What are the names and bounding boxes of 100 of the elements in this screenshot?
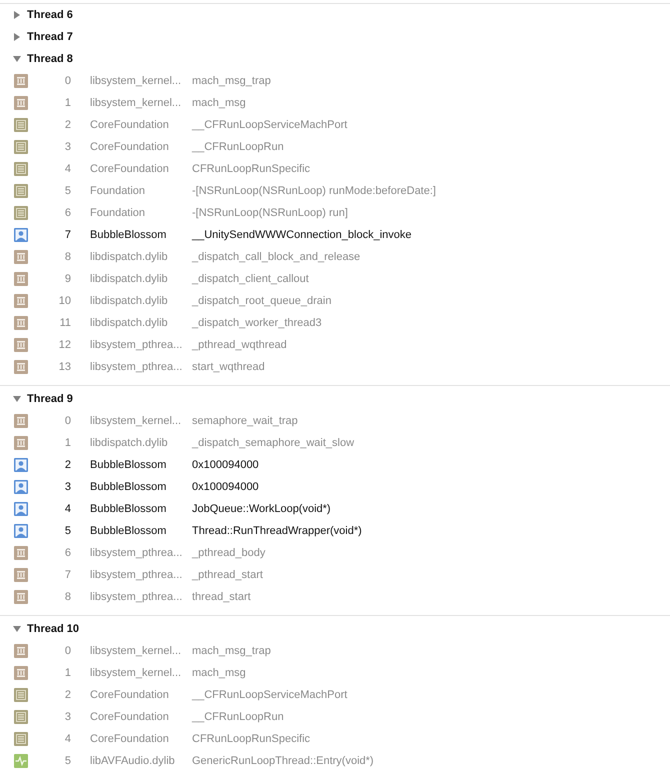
frame-number: 0	[64, 75, 71, 87]
frame-number: 9	[64, 273, 71, 285]
module-name: libdispatch.dylib	[90, 251, 169, 263]
frame-number: 3	[64, 481, 71, 493]
module-name: CoreFoundation	[90, 119, 170, 131]
frame-number: 4	[64, 503, 71, 515]
symbol-name: GenericRunLoopThread::Entry(void*)	[192, 755, 374, 767]
symbol-name: __CFRunLoopRun	[192, 711, 284, 723]
module-name: CoreFoundation	[90, 711, 170, 723]
pillar-icon	[14, 414, 28, 428]
pillar-icon	[14, 546, 28, 560]
frame-number: 7	[64, 229, 71, 241]
frame-number: 3	[64, 711, 71, 723]
module-name: BubbleBlossom	[90, 459, 168, 471]
expand-triangle-icon[interactable]	[13, 33, 21, 41]
module-name: libsystem_pthrea...	[90, 339, 184, 351]
symbol-name: mach_msg	[192, 667, 246, 679]
frame-number: 6	[64, 207, 71, 219]
module-name: CoreFoundation	[90, 733, 170, 745]
pillar-icon	[14, 272, 28, 286]
collapse-triangle-icon[interactable]	[13, 625, 21, 633]
module-name: libsystem_kernel...	[90, 645, 182, 657]
frame-number: 5	[64, 525, 71, 537]
symbol-name: mach_msg_trap	[192, 645, 271, 657]
person-icon	[14, 502, 28, 516]
frame-number: 1	[64, 437, 71, 449]
symbol-name: JobQueue::WorkLoop(void*)	[192, 503, 331, 515]
module-name: libsystem_pthrea...	[90, 569, 184, 581]
module-name: libsystem_kernel...	[90, 75, 182, 87]
lines-icon	[14, 184, 28, 198]
symbol-name: mach_msg	[192, 97, 246, 109]
symbol-name: 0x100094000	[192, 459, 259, 471]
frame-number: 1	[64, 97, 71, 109]
symbol-name: __UnitySendWWWConnection_block_invoke	[192, 229, 412, 241]
frame-number: 4	[64, 163, 71, 175]
module-name: Foundation	[90, 207, 146, 219]
frame-number: 6	[64, 547, 71, 559]
module-name: BubbleBlossom	[90, 503, 168, 515]
symbol-name: _dispatch_semaphore_wait_slow	[192, 437, 354, 449]
frame-number: 4	[64, 733, 71, 745]
pillar-icon	[14, 250, 28, 264]
symbol-name: _dispatch_worker_thread3	[192, 317, 322, 329]
module-name: BubbleBlossom	[90, 229, 168, 241]
symbol-name: semaphore_wait_trap	[192, 415, 298, 427]
pillar-icon	[14, 568, 28, 582]
pillar-icon	[14, 644, 28, 658]
frame-number: 5	[64, 185, 71, 197]
frame-number: 8	[64, 591, 71, 603]
waveform-icon	[14, 754, 28, 768]
module-name: CoreFoundation	[90, 689, 170, 701]
module-name: libsystem_kernel...	[90, 667, 182, 679]
symbol-name: thread_start	[192, 591, 251, 603]
frame-number: 13	[58, 361, 71, 373]
module-name: libsystem_pthrea...	[90, 547, 184, 559]
symbol-name: -[NSRunLoop(NSRunLoop) run]	[192, 207, 348, 219]
symbol-name: Thread::RunThreadWrapper(void*)	[192, 525, 362, 537]
pillar-icon	[14, 666, 28, 680]
frame-number: 2	[64, 459, 71, 471]
pillar-icon	[14, 360, 28, 374]
module-name: BubbleBlossom	[90, 525, 168, 537]
module-name: libsystem_pthrea...	[90, 361, 184, 373]
frame-number: 5	[64, 755, 71, 767]
collapse-triangle-icon[interactable]	[13, 55, 21, 63]
symbol-name: _dispatch_call_block_and_release	[192, 251, 360, 263]
thread-title: Thread 7	[27, 31, 73, 43]
pillar-icon	[14, 96, 28, 110]
lines-icon	[14, 688, 28, 702]
frame-number: 7	[64, 569, 71, 581]
frame-number: 11	[58, 317, 71, 329]
symbol-name: start_wqthread	[192, 361, 265, 373]
pillar-icon	[14, 338, 28, 352]
frame-number: 8	[64, 251, 71, 263]
collapse-triangle-icon[interactable]	[13, 395, 21, 403]
pillar-icon	[14, 74, 28, 88]
person-icon	[14, 458, 28, 472]
pillar-icon	[14, 294, 28, 308]
symbol-name: mach_msg_trap	[192, 75, 271, 87]
expand-triangle-icon[interactable]	[13, 11, 21, 19]
module-name: BubbleBlossom	[90, 481, 168, 493]
lines-icon	[14, 162, 28, 176]
frame-number: 0	[64, 415, 71, 427]
symbol-name: CFRunLoopRunSpecific	[192, 733, 310, 745]
thread-title: Thread 8	[27, 53, 73, 65]
symbol-name: CFRunLoopRunSpecific	[192, 163, 310, 175]
frame-number: 2	[64, 119, 71, 131]
module-name: libAVFAudio.dylib	[90, 755, 176, 767]
thread-title: Thread 10	[27, 623, 79, 635]
symbol-name: _pthread_wqthread	[192, 339, 287, 351]
symbol-name: 0x100094000	[192, 481, 259, 493]
symbol-name: _dispatch_root_queue_drain	[192, 295, 332, 307]
frame-number: 3	[64, 141, 71, 153]
frame-number: 12	[58, 339, 71, 351]
lines-icon	[14, 710, 28, 724]
symbol-name: __CFRunLoopServiceMachPort	[192, 119, 348, 131]
module-name: CoreFoundation	[90, 141, 170, 153]
module-name: Foundation	[90, 185, 146, 197]
module-name: libsystem_kernel...	[90, 97, 182, 109]
module-name: CoreFoundation	[90, 163, 170, 175]
symbol-name: __CFRunLoopRun	[192, 141, 284, 153]
module-name: libsystem_pthrea...	[90, 591, 184, 603]
